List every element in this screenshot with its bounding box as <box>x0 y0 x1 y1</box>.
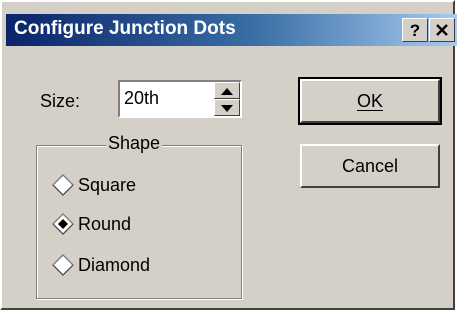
size-spinner[interactable] <box>118 80 242 118</box>
arrow-up-icon <box>221 82 233 100</box>
spinner-buttons <box>214 82 240 116</box>
help-icon: ? <box>409 20 421 40</box>
ok-button-label: OK <box>356 90 383 111</box>
cancel-button-label: Cancel <box>341 155 399 176</box>
close-icon <box>436 22 448 39</box>
shape-option-diamond[interactable]: Diamond <box>52 254 150 276</box>
help-button[interactable]: ? <box>402 18 428 42</box>
ok-button[interactable]: OK <box>298 77 442 125</box>
title-bar[interactable]: Configure Junction Dots ? <box>6 14 457 46</box>
diamond-radio-icon[interactable] <box>52 254 74 276</box>
arrow-down-icon <box>221 99 233 117</box>
shape-option-label: Square <box>78 174 137 195</box>
shape-option-square[interactable]: Square <box>52 174 136 196</box>
shape-option-round[interactable]: Round <box>52 213 131 235</box>
size-label: Size: <box>40 91 81 111</box>
size-input[interactable] <box>124 88 204 109</box>
shape-group-label: Shape <box>106 133 163 154</box>
dialog-title: Configure Junction Dots <box>14 18 236 39</box>
spin-up-button[interactable] <box>214 82 240 99</box>
cancel-button[interactable]: Cancel <box>300 144 440 188</box>
diamond-radio-icon[interactable] <box>52 174 74 196</box>
spin-down-button[interactable] <box>214 99 240 116</box>
shape-option-label: Round <box>78 213 132 234</box>
diamond-radio-selected-icon[interactable] <box>52 213 74 235</box>
shape-option-label: Diamond <box>78 254 151 275</box>
close-button[interactable] <box>429 18 455 42</box>
